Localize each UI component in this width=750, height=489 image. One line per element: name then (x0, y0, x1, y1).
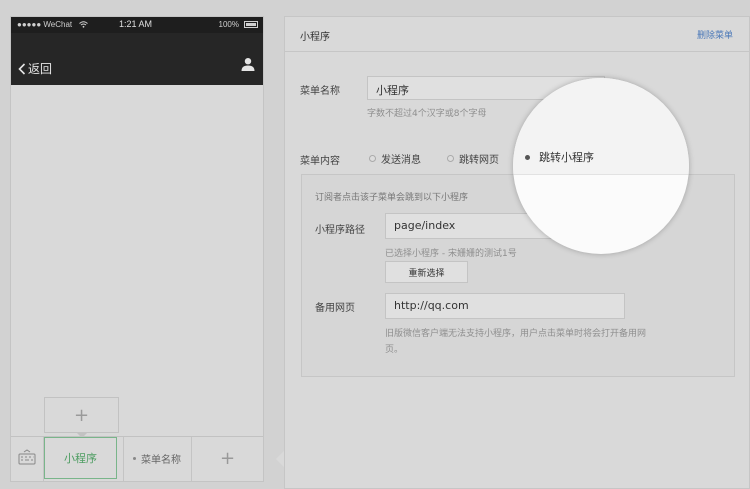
wifi-icon (79, 21, 88, 28)
editor-title: 小程序 (300, 32, 330, 43)
selected-miniprogram-hint: 已选择小程序 - 宋姗姗的测试1号 (385, 249, 517, 259)
carrier-text: ●●●●● WeChat (17, 20, 73, 29)
panel-pointer (276, 451, 284, 467)
magnifier-callout: 跳转小程序 (513, 78, 689, 254)
submenu-dot-icon (133, 456, 136, 460)
back-chevron-icon (18, 62, 26, 75)
battery-icon (244, 21, 258, 28)
status-time: 1:21 AM (119, 19, 153, 29)
keyboard-icon[interactable] (18, 449, 36, 465)
menu-item-name[interactable]: 菜单名称 (123, 437, 191, 479)
menu-name-hint: 字数不超过4个汉字或8个字母 (367, 109, 487, 119)
battery-percent: 100% (218, 20, 239, 29)
menu-item-miniprogram[interactable]: 小程序 (44, 437, 117, 479)
add-menu-button[interactable]: + (191, 437, 264, 479)
back-button[interactable]: 返回 (18, 60, 52, 77)
path-label: 小程序路径 (315, 225, 365, 236)
backup-page-label: 备用网页 (315, 303, 355, 314)
backup-page-input[interactable]: http://qq.com (385, 293, 625, 319)
radio-jump-webpage-label: 跳转网页 (459, 155, 499, 166)
editor-header: 小程序 删除菜单 (285, 17, 749, 52)
radio-circle-icon (369, 155, 376, 162)
radio-selected-icon (525, 154, 530, 160)
nav-bar: 返回 (11, 33, 263, 85)
custom-menu-bar: 小程序 菜单名称 + (11, 436, 263, 481)
backup-hint-line1: 旧版微信客户端无法支持小程序，用户点击菜单时将会打开备用网 (385, 329, 647, 339)
box-intro-text: 订阅者点击该子菜单会跳到以下小程序 (315, 193, 469, 203)
phone-preview: ●●●●● WeChat 1:21 AM 100% 返回 + 小程序 菜单名称 … (10, 16, 264, 482)
radio-jump-miniprogram-label: 跳转小程序 (539, 151, 594, 164)
reselect-button[interactable]: 重新选择 (385, 261, 468, 283)
menu-content-label: 菜单内容 (300, 156, 340, 167)
add-submenu-button[interactable]: + (44, 397, 119, 433)
radio-send-message-label: 发送消息 (381, 155, 421, 166)
back-label: 返回 (28, 62, 53, 76)
backup-hint-line2: 页。 (385, 345, 404, 355)
delete-menu-link[interactable]: 删除菜单 (697, 28, 733, 41)
user-icon[interactable] (241, 57, 255, 71)
radio-jump-webpage[interactable]: 跳转网页 (447, 151, 499, 166)
radio-jump-miniprogram[interactable]: 跳转小程序 (525, 149, 594, 165)
radio-circle-icon (447, 155, 454, 162)
menu-item-name-label: 菜单名称 (141, 454, 181, 466)
radio-send-message[interactable]: 发送消息 (369, 151, 421, 166)
menu-name-label: 菜单名称 (300, 86, 340, 97)
status-bar: ●●●●● WeChat 1:21 AM 100% (11, 17, 263, 33)
